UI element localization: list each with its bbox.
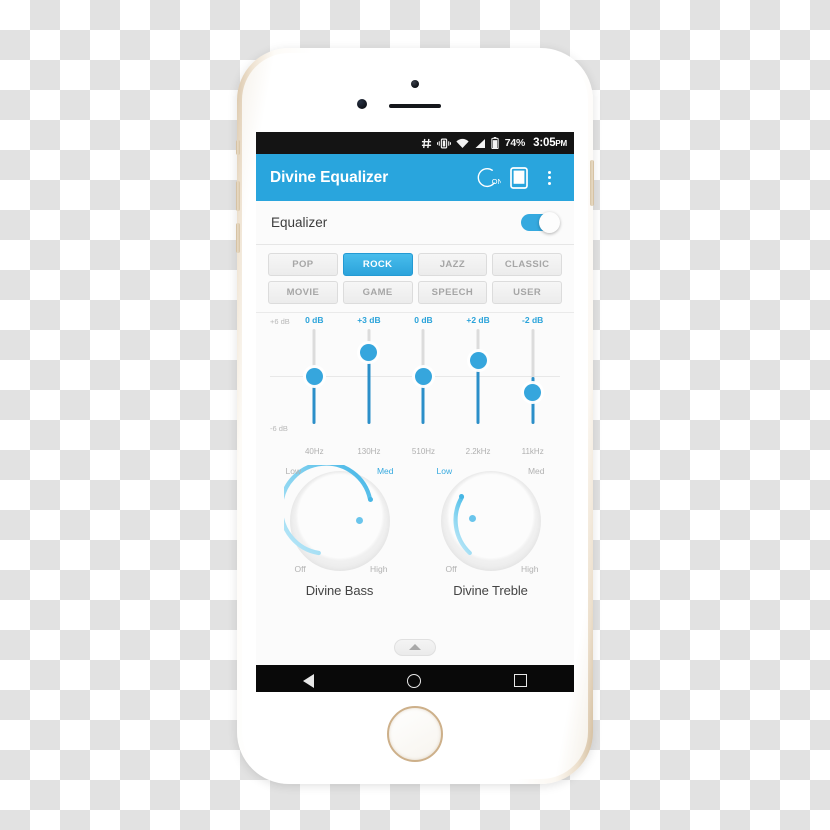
knob-inner-indicator — [355, 517, 363, 524]
app-title: Divine Equalizer — [270, 168, 389, 186]
overflow-dot — [547, 176, 551, 179]
tone-knob-area: Low Med Off High Divine Bass Low Med Off… — [256, 461, 574, 629]
chevron-up-icon — [409, 644, 421, 650]
collapse-panel-button[interactable] — [394, 638, 436, 656]
knob-label-high: High — [521, 564, 539, 574]
eq-band[interactable]: 0 dB 40Hz — [287, 313, 342, 461]
preset-button-movie[interactable]: MOVIE — [268, 281, 338, 304]
preset-grid: POP ROCK JAZZ CLASSIC MOVIE GAME SPEECH … — [256, 245, 574, 313]
eq-band-value: 0 dB — [305, 315, 324, 325]
clock-time: 3:05 — [533, 137, 556, 149]
overflow-dot — [547, 181, 551, 185]
preset-button-pop[interactable]: POP — [268, 253, 338, 276]
preset-button-classic[interactable]: CLASSIC — [492, 253, 562, 276]
divine-treble-title: Divine Treble — [453, 583, 528, 598]
phone-device: 74% 3:05PM Divine Equalizer ON — [236, 48, 594, 784]
eq-band-value: +3 dB — [357, 315, 381, 325]
divine-treble-knob[interactable]: Low Med Off High — [435, 465, 547, 577]
phone-device-icon — [510, 166, 528, 189]
home-button[interactable] — [387, 706, 443, 762]
eq-band-frequency: 40Hz — [304, 447, 324, 456]
volume-down-button[interactable] — [236, 223, 240, 253]
eq-fill — [367, 352, 371, 424]
status-clock: 3:05PM — [533, 137, 567, 149]
clock-ampm: PM — [555, 139, 567, 148]
eq-band-frequency: 11kHz — [521, 447, 544, 456]
knob-label-off: Off — [294, 564, 306, 574]
phone-device-button[interactable] — [504, 163, 534, 193]
collapse-bar — [256, 629, 574, 665]
android-nav-bar — [256, 665, 574, 692]
divine-bass-knob[interactable]: Low Med Off High — [283, 465, 396, 577]
eq-band-frequency: 2.2kHz — [465, 447, 491, 456]
mute-switch[interactable] — [236, 140, 240, 155]
knob-label-low: Low — [285, 466, 302, 476]
eq-band-frequency: 510Hz — [411, 447, 436, 456]
preset-button-game[interactable]: GAME — [342, 281, 413, 304]
eq-thumb[interactable] — [414, 368, 432, 385]
power-on-toggle-button[interactable]: ON — [474, 163, 504, 193]
earpiece-speaker-icon — [389, 104, 441, 108]
preset-row: MOVIE GAME SPEECH USER — [268, 281, 562, 304]
knob-label-off: Off — [445, 564, 457, 574]
home-circle-icon[interactable] — [406, 673, 421, 688]
knob-label-low: Low — [436, 466, 453, 476]
equalizer-master-toggle[interactable] — [521, 211, 560, 233]
preset-row: POP ROCK JAZZ CLASSIC — [268, 253, 562, 276]
power-button[interactable] — [590, 160, 594, 206]
eq-axis-min-label: -6 dB — [270, 424, 288, 433]
vibrate-icon — [436, 138, 451, 148]
phone-screen: 74% 3:05PM Divine Equalizer ON — [256, 132, 574, 692]
hash-icon — [421, 138, 431, 148]
recents-square-icon[interactable] — [514, 674, 528, 687]
knob-label-med: Med — [376, 466, 394, 476]
overflow-menu-button[interactable] — [534, 163, 564, 193]
eq-thumb[interactable] — [305, 368, 323, 385]
volume-up-button[interactable] — [236, 181, 240, 211]
knob-position-marker — [458, 494, 464, 499]
eq-thumb[interactable] — [469, 352, 487, 370]
back-triangle-icon[interactable] — [302, 673, 314, 688]
preset-button-user[interactable]: USER — [492, 281, 562, 304]
preset-button-rock[interactable]: ROCK — [342, 253, 413, 276]
knob-position-marker — [367, 497, 373, 502]
knob-label-high: High — [370, 564, 388, 574]
battery-icon — [491, 137, 499, 149]
status-bar: 74% 3:05PM — [256, 132, 574, 154]
eq-band-value: +2 dB — [466, 315, 490, 325]
eq-band[interactable]: 0 dB 510Hz — [396, 313, 451, 461]
eq-thumb[interactable] — [360, 344, 378, 362]
signal-icon — [475, 138, 485, 148]
knob-label-med: Med — [527, 466, 545, 476]
preset-button-speech[interactable]: SPEECH — [417, 281, 488, 304]
battery-percent-label: 74% — [504, 137, 526, 149]
knob-value-arc — [283, 465, 372, 556]
eq-band[interactable]: -2 dB 11kHz — [505, 313, 560, 461]
knob-inner-indicator — [468, 515, 476, 522]
equalizer-master-row: Equalizer — [256, 201, 574, 245]
eq-band-value: 0 dB — [414, 315, 433, 325]
equalizer-band-sliders: +6 dB -6 dB 0 dB 40Hz +3 dB 130Hz 0 dB 5… — [256, 313, 574, 461]
app-toolbar: Divine Equalizer ON — [256, 154, 574, 201]
eq-band-frequency: 130Hz — [357, 447, 381, 456]
divine-bass-knob-group: Low Med Off High Divine Bass — [264, 465, 415, 629]
eq-band[interactable]: +2 dB 2.2kHz — [451, 313, 506, 461]
overflow-dot — [547, 170, 551, 174]
eq-band[interactable]: +3 dB 130Hz — [342, 313, 397, 461]
front-camera-icon — [411, 80, 419, 88]
svg-text:ON: ON — [492, 177, 501, 186]
divine-treble-knob-group: Low Med Off High Divine Treble — [415, 465, 566, 629]
eq-band-value: -2 dB — [522, 315, 544, 325]
wifi-icon — [456, 138, 469, 148]
eq-thumb[interactable] — [524, 383, 542, 401]
preset-button-jazz[interactable]: JAZZ — [417, 253, 488, 276]
proximity-sensor-icon — [357, 99, 367, 109]
divine-bass-title: Divine Bass — [305, 583, 374, 598]
power-on-icon: ON — [477, 167, 501, 187]
eq-fill — [476, 360, 480, 424]
eq-band-list: 0 dB 40Hz +3 dB 130Hz 0 dB 510Hz +2 dB 2… — [287, 313, 560, 461]
equalizer-master-label: Equalizer — [271, 215, 328, 230]
app-content: Equalizer POP ROCK JAZZ CLASSIC MOVIE GA… — [256, 201, 574, 665]
knob-value-arc — [453, 494, 472, 556]
